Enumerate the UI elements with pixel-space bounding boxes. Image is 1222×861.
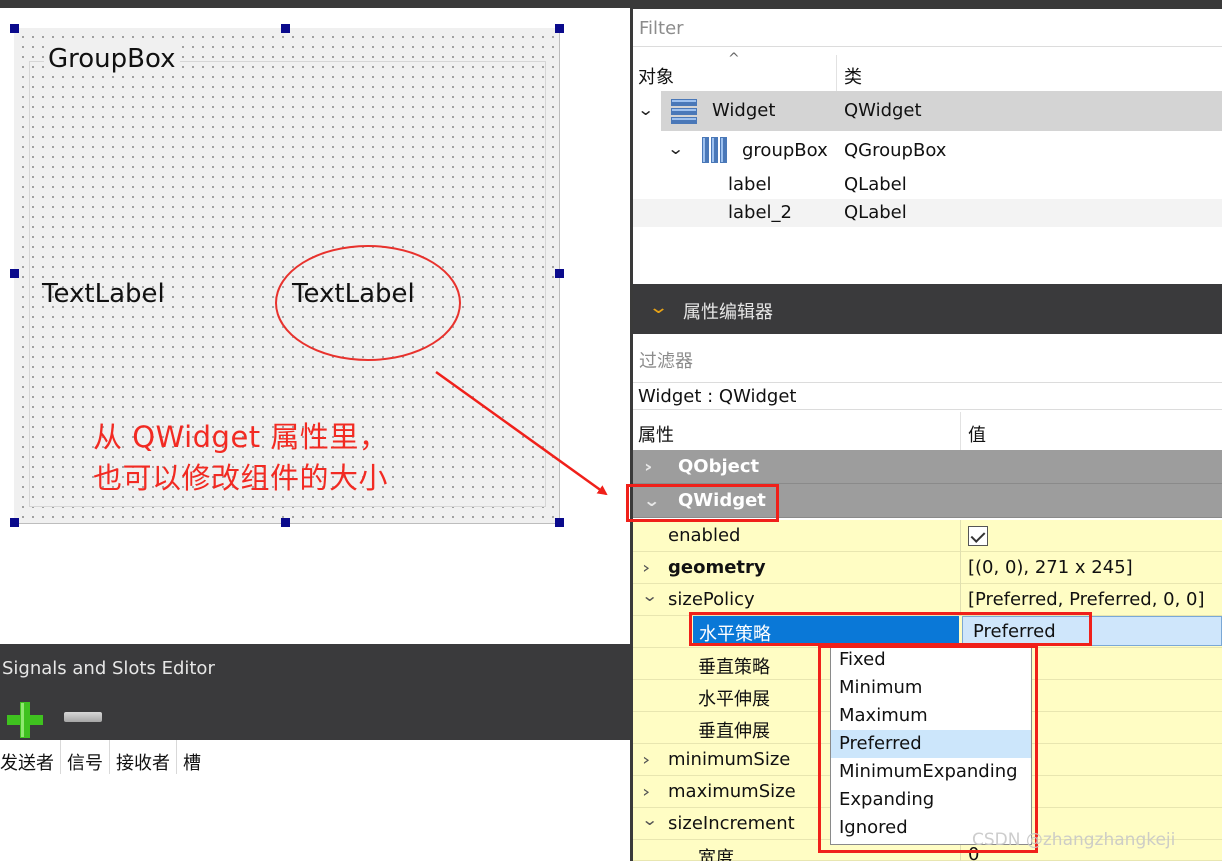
chevron-down-icon[interactable]: ⌄ (667, 139, 684, 158)
object-inspector-header: ^ 对象 类 (633, 51, 1222, 91)
property-object-line: Widget : QWidget (633, 382, 1222, 410)
text-label-1[interactable]: TextLabel (42, 279, 165, 309)
column-receiver[interactable]: 接收者 (110, 740, 177, 774)
column-sender[interactable]: 发送者 (0, 740, 61, 774)
annotation-text-line-1: 从 QWidget 属性里， (93, 420, 389, 454)
property-name: 水平伸展 (698, 689, 770, 710)
signals-slots-header: Signals and Slots Editor (0, 644, 630, 740)
resize-handle[interactable] (555, 518, 564, 527)
designer-top-bar (0, 0, 632, 8)
column-value[interactable]: 值 (968, 421, 986, 447)
column-slot[interactable]: 槽 (177, 740, 207, 774)
groupbox-title: GroupBox (44, 44, 180, 74)
chevron-down-icon[interactable]: ⌄ (637, 100, 654, 119)
property-value[interactable]: [(0, 0), 271 x 245] (968, 557, 1133, 578)
resize-handle[interactable] (555, 269, 564, 278)
tree-object-class: QLabel (844, 174, 907, 195)
column-separator (960, 520, 961, 552)
property-value[interactable]: [Preferred, Preferred, 0, 0] (968, 589, 1205, 610)
tree-row-label[interactable]: label QLabel (633, 169, 1222, 199)
column-separator (960, 412, 961, 450)
object-filter-input[interactable]: Filter (633, 9, 1222, 47)
column-signal[interactable]: 信号 (61, 740, 110, 774)
resize-handle[interactable] (555, 24, 564, 33)
annotation-ellipse (275, 245, 461, 361)
sort-up-icon[interactable]: ^ (728, 51, 740, 67)
property-name: 垂直伸展 (698, 721, 770, 742)
signals-slots-title: Signals and Slots Editor (2, 658, 215, 679)
section-name: QObject (678, 456, 760, 477)
resize-handle[interactable] (10, 518, 19, 527)
property-name: sizeIncrement (668, 813, 795, 834)
minus-icon[interactable] (64, 712, 102, 722)
property-name: minimumSize (668, 749, 791, 770)
resize-handle[interactable] (10, 24, 19, 33)
enabled-checkbox[interactable] (968, 526, 988, 546)
property-row-enabled[interactable]: enabled (633, 520, 1222, 552)
property-columns: 属性 值 (633, 412, 1222, 450)
column-separator (960, 552, 961, 584)
widget-icon (671, 99, 697, 124)
tree-row-widget[interactable]: ⌄ Widget QWidget (633, 91, 1222, 131)
tree-object-name: groupBox (742, 140, 828, 161)
plus-icon[interactable] (5, 700, 45, 740)
column-separator (836, 55, 837, 91)
property-name: sizePolicy (668, 589, 755, 610)
property-row-geometry[interactable]: › geometry [(0, 0), 271 x 245] (633, 552, 1222, 584)
resize-handle[interactable] (281, 518, 290, 527)
chevron-down-icon[interactable]: ⌄ (648, 297, 669, 318)
section-qobject[interactable]: › QObject (633, 450, 1222, 484)
property-name: geometry (668, 557, 766, 578)
tree-row-label-2[interactable]: label_2 QLabel (633, 199, 1222, 227)
chevron-right-icon[interactable]: › (642, 558, 650, 577)
signals-slots-columns: 发送者 信号 接收者 槽 (0, 740, 207, 774)
property-name: maximumSize (668, 781, 796, 802)
annotation-box-hpolicy (689, 612, 1092, 646)
property-name: 垂直策略 (698, 657, 770, 678)
chevron-right-icon[interactable]: › (642, 750, 650, 769)
tree-object-class: QLabel (844, 202, 907, 223)
groupbox-icon (702, 137, 727, 163)
chevron-down-icon[interactable]: ⌄ (641, 586, 658, 605)
chevron-right-icon[interactable]: › (642, 782, 650, 801)
resize-handle[interactable] (281, 24, 290, 33)
inspector-top-bar (633, 0, 1222, 9)
tree-row-groupbox[interactable]: ⌄ groupBox QGroupBox (633, 131, 1222, 169)
property-name: enabled (668, 525, 741, 546)
annotation-box-dropdown (818, 645, 1038, 853)
column-class[interactable]: 类 (844, 63, 862, 89)
tree-object-name: label_2 (728, 202, 792, 223)
property-name: 宽度 (698, 848, 734, 861)
tree-object-class: QGroupBox (844, 140, 947, 161)
watermark: CSDN @zhangzhangkeji (972, 830, 1176, 850)
resize-handle[interactable] (10, 269, 19, 278)
column-object[interactable]: 对象 (638, 63, 674, 89)
property-filter-input[interactable]: 过滤器 (633, 334, 1222, 382)
annotation-text-line-2: 也可以修改组件的大小 (93, 461, 389, 495)
annotation-box-qwidget (626, 484, 779, 522)
chevron-right-icon[interactable]: › (644, 457, 653, 476)
column-property[interactable]: 属性 (638, 421, 674, 447)
tree-object-class: QWidget (844, 100, 922, 121)
tree-object-name: label (728, 174, 772, 195)
property-editor-header[interactable]: ⌄ 属性编辑器 (633, 284, 1222, 334)
chevron-down-icon[interactable]: ⌄ (641, 810, 658, 829)
signals-slots-panel: Signals and Slots Editor 发送者 信号 接收者 槽 (0, 644, 630, 861)
tree-object-name: Widget (712, 100, 776, 121)
property-editor-title: 属性编辑器 (683, 302, 773, 323)
